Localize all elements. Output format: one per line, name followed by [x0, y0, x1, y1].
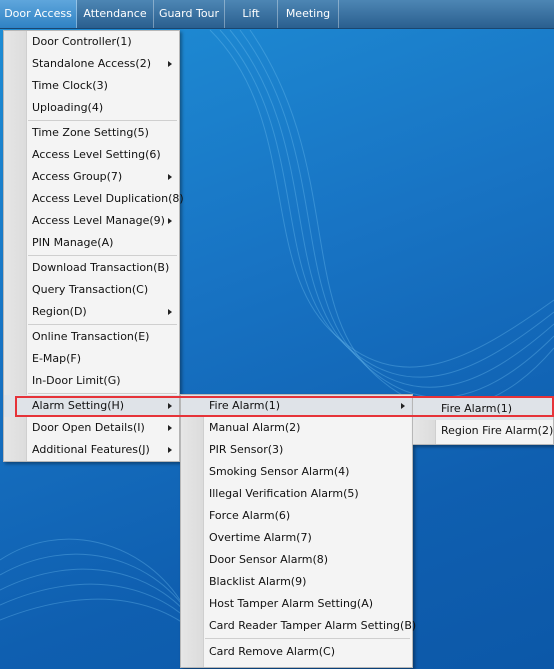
submenu-item-card-reader-tamper-alarm-setting[interactable]: Card Reader Tamper Alarm Setting(B)	[181, 615, 416, 637]
menu-item-label: Access Group(7)	[32, 170, 123, 183]
menu-item-in-door-limit[interactable]: In-Door Limit(G)	[4, 370, 179, 392]
menu-item-label: PIR Sensor(3)	[209, 443, 284, 456]
menu-item-query-transaction[interactable]: Query Transaction(C)	[4, 279, 179, 301]
menu-item-label: E-Map(F)	[32, 352, 82, 365]
menu-item-pin-manage[interactable]: PIN Manage(A)	[4, 232, 179, 254]
menu-item-region[interactable]: Region(D)	[4, 301, 179, 323]
menu-item-label: Access Level Duplication(8)	[32, 192, 184, 205]
menu-item-access-level-setting[interactable]: Access Level Setting(6)	[4, 144, 179, 166]
menu-item-label: Manual Alarm(2)	[209, 421, 301, 434]
menu-item-standalone-access[interactable]: Standalone Access(2)	[4, 53, 179, 75]
menu-item-access-level-duplication[interactable]: Access Level Duplication(8)	[4, 188, 184, 210]
menu-item-label: Access Level Setting(6)	[32, 148, 161, 161]
menu-item-label: Illegal Verification Alarm(5)	[209, 487, 359, 500]
submenu-arrow-icon	[168, 174, 172, 180]
submenu-item-door-sensor-alarm[interactable]: Door Sensor Alarm(8)	[181, 549, 412, 571]
menu-item-label: Card Reader Tamper Alarm Setting(B)	[209, 619, 417, 632]
menubar-door-access[interactable]: Door Access	[0, 0, 77, 28]
submenu-item-pir-sensor[interactable]: PIR Sensor(3)	[181, 439, 412, 461]
menu-item-label: Host Tamper Alarm Setting(A)	[209, 597, 374, 610]
alarm-setting-submenu: Fire Alarm(1) Manual Alarm(2) PIR Sensor…	[180, 394, 416, 668]
menu-item-label: Time Zone Setting(5)	[32, 126, 149, 139]
submenu-arrow-icon	[168, 218, 172, 224]
menu-separator	[28, 324, 177, 325]
submenu-item-host-tamper-alarm-setting[interactable]: Host Tamper Alarm Setting(A)	[181, 593, 412, 615]
menu-item-label: Card Remove Alarm(C)	[209, 645, 335, 658]
menu-item-label: Door Open Details(I)	[32, 421, 145, 434]
menu-item-label: Region Fire Alarm(2)	[441, 424, 554, 437]
submenu-item-manual-alarm[interactable]: Manual Alarm(2)	[181, 417, 412, 439]
menu-item-door-controller[interactable]: Door Controller(1)	[4, 31, 179, 53]
menu-item-label: Smoking Sensor Alarm(4)	[209, 465, 350, 478]
submenu-item-force-alarm[interactable]: Force Alarm(6)	[181, 505, 412, 527]
menu-item-label: Time Clock(3)	[32, 79, 108, 92]
menu-item-label: Access Level Manage(9)	[32, 214, 165, 227]
submenu-arrow-icon	[168, 447, 172, 453]
menubar-lift[interactable]: Lift	[225, 0, 278, 28]
menu-item-label: Region(D)	[32, 305, 87, 318]
submenu-item-region-fire-alarm[interactable]: Region Fire Alarm(2)	[413, 420, 553, 442]
menu-item-door-open-details[interactable]: Door Open Details(I)	[4, 417, 179, 439]
menu-separator	[205, 638, 410, 639]
menu-separator	[28, 393, 177, 394]
menu-item-time-clock[interactable]: Time Clock(3)	[4, 75, 179, 97]
menu-item-online-transaction[interactable]: Online Transaction(E)	[4, 326, 179, 348]
menu-item-label: PIN Manage(A)	[32, 236, 114, 249]
menu-item-label: Door Sensor Alarm(8)	[209, 553, 329, 566]
menu-item-label: Download Transaction(B)	[32, 261, 170, 274]
menu-item-label: Uploading(4)	[32, 101, 104, 114]
menu-item-download-transaction[interactable]: Download Transaction(B)	[4, 257, 179, 279]
menubar-guard-tour[interactable]: Guard Tour	[154, 0, 225, 28]
submenu-item-illegal-verification-alarm[interactable]: Illegal Verification Alarm(5)	[181, 483, 412, 505]
submenu-arrow-icon	[168, 425, 172, 431]
submenu-item-blacklist-alarm[interactable]: Blacklist Alarm(9)	[181, 571, 412, 593]
submenu-arrow-icon	[168, 309, 172, 315]
menu-item-label: Blacklist Alarm(9)	[209, 575, 307, 588]
submenu-item-card-remove-alarm[interactable]: Card Remove Alarm(C)	[181, 641, 412, 663]
menu-item-label: Additional Features(J)	[32, 443, 150, 456]
menu-item-label: Force Alarm(6)	[209, 509, 291, 522]
menu-item-uploading[interactable]: Uploading(4)	[4, 97, 179, 119]
menu-item-label: In-Door Limit(G)	[32, 374, 121, 387]
menu-item-label: Overtime Alarm(7)	[209, 531, 312, 544]
menu-separator	[28, 255, 177, 256]
menu-item-access-group[interactable]: Access Group(7)	[4, 166, 179, 188]
menu-item-time-zone-setting[interactable]: Time Zone Setting(5)	[4, 122, 179, 144]
submenu-arrow-icon	[168, 61, 172, 67]
menu-item-label: Online Transaction(E)	[32, 330, 150, 343]
menubar-attendance[interactable]: Attendance	[77, 0, 154, 28]
top-menubar: Door Access Attendance Guard Tour Lift M…	[0, 0, 554, 29]
submenu-item-smoking-sensor-alarm[interactable]: Smoking Sensor Alarm(4)	[181, 461, 412, 483]
highlight-annotation-box	[15, 396, 554, 417]
menu-item-access-level-manage[interactable]: Access Level Manage(9)	[4, 210, 179, 232]
menu-separator	[28, 120, 177, 121]
menu-item-label: Door Controller(1)	[32, 35, 132, 48]
menu-item-label: Query Transaction(C)	[32, 283, 149, 296]
menubar-meeting[interactable]: Meeting	[278, 0, 339, 28]
submenu-item-overtime-alarm[interactable]: Overtime Alarm(7)	[181, 527, 412, 549]
menu-item-e-map[interactable]: E-Map(F)	[4, 348, 179, 370]
menu-item-label: Standalone Access(2)	[32, 57, 151, 70]
menu-item-additional-features[interactable]: Additional Features(J)	[4, 439, 179, 461]
